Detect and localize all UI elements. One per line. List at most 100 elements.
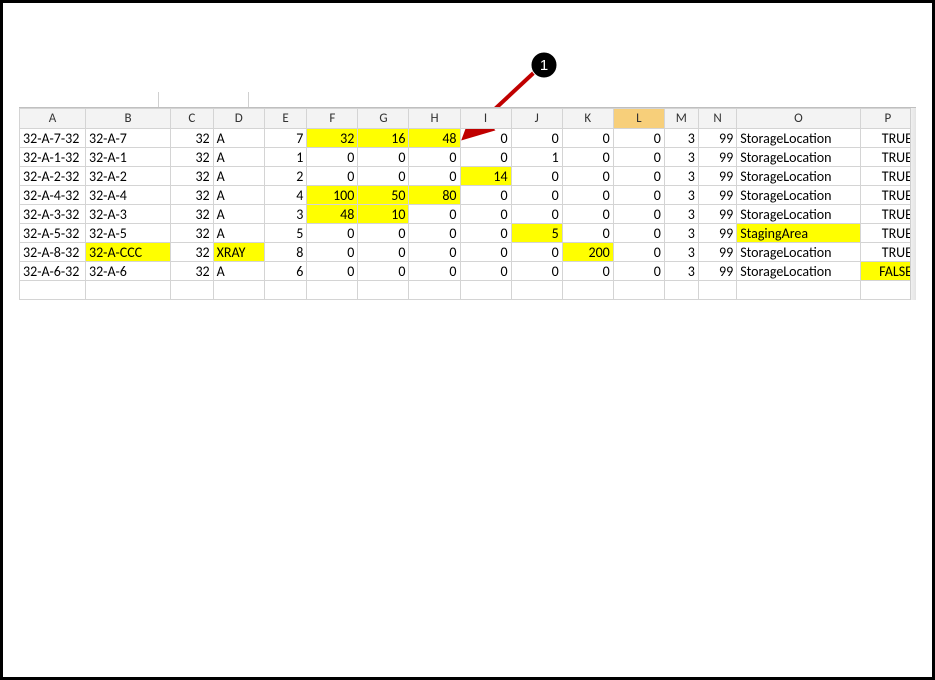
cell-empty[interactable] [358,281,409,300]
column-header[interactable]: I [460,109,511,129]
cell[interactable]: 0 [511,243,562,262]
cell[interactable]: 32-A-6 [85,262,170,281]
cell[interactable]: 0 [307,224,358,243]
cell[interactable]: 0 [613,167,664,186]
spreadsheet-grid[interactable]: ABCDEFGHIJKLMNOP 32-A-7-3232-A-732A73216… [19,108,916,300]
table-row[interactable]: 32-A-7-3232-A-732A73216480000399StorageL… [20,129,916,148]
cell[interactable]: 0 [613,262,664,281]
cell-empty[interactable] [85,281,170,300]
cell[interactable]: 0 [358,243,409,262]
column-header[interactable]: K [562,109,613,129]
cell[interactable]: A [213,129,264,148]
cell[interactable]: 0 [307,148,358,167]
cell[interactable]: 4 [264,186,307,205]
cell[interactable]: 3 [264,205,307,224]
cell[interactable]: 0 [460,186,511,205]
cell[interactable]: FALSE [860,262,915,281]
cell[interactable]: 0 [613,205,664,224]
cell[interactable]: A [213,224,264,243]
cell[interactable]: 5 [511,224,562,243]
column-header[interactable]: P [860,109,915,129]
cell[interactable]: 2 [264,167,307,186]
cell-empty[interactable] [511,281,562,300]
cell[interactable]: 32-A-4-32 [20,186,86,205]
cell[interactable]: 1 [264,148,307,167]
column-header[interactable]: O [737,109,860,129]
cell[interactable]: 0 [613,129,664,148]
cell[interactable]: StorageLocation [737,205,860,224]
cell[interactable]: 0 [460,243,511,262]
cell-empty[interactable] [213,281,264,300]
column-header[interactable]: D [213,109,264,129]
cell[interactable]: StorageLocation [737,186,860,205]
cell[interactable]: 0 [511,167,562,186]
cell[interactable]: 0 [511,129,562,148]
table-row[interactable]: 32-A-4-3232-A-432A410050800000399Storage… [20,186,916,205]
cell-empty[interactable] [613,281,664,300]
table-row[interactable]: 32-A-3-3232-A-332A3481000000399StorageLo… [20,205,916,224]
cell-empty[interactable] [737,281,860,300]
cell[interactable]: StorageLocation [737,148,860,167]
cell[interactable]: 99 [698,186,736,205]
column-header[interactable]: C [171,109,214,129]
cell[interactable]: 32-A-1 [85,148,170,167]
column-header[interactable]: B [85,109,170,129]
cell[interactable]: 3 [664,129,698,148]
cell[interactable]: 3 [664,186,698,205]
table-row[interactable]: 32-A-2-3232-A-232A200014000399StorageLoc… [20,167,916,186]
cell[interactable]: 0 [409,224,460,243]
cell[interactable]: 32-A-5-32 [20,224,86,243]
cell[interactable]: 0 [613,148,664,167]
cell[interactable]: 14 [460,167,511,186]
cell[interactable]: 0 [460,148,511,167]
cell[interactable]: A [213,262,264,281]
cell[interactable]: 0 [358,167,409,186]
cell[interactable]: 32 [171,186,214,205]
cell[interactable]: StorageLocation [737,262,860,281]
column-header-row[interactable]: ABCDEFGHIJKLMNOP [20,109,916,129]
cell[interactable]: 0 [409,262,460,281]
cell[interactable]: 0 [562,186,613,205]
cell[interactable]: 0 [562,205,613,224]
cell[interactable]: 48 [307,205,358,224]
cell[interactable]: 0 [511,262,562,281]
cell[interactable]: 48 [409,129,460,148]
cell[interactable]: 0 [409,205,460,224]
cell[interactable]: 32 [171,205,214,224]
table-row[interactable]: 32-A-1-3232-A-132A10000100399StorageLoca… [20,148,916,167]
cell[interactable]: 32-A-6-32 [20,262,86,281]
cell[interactable]: 5 [264,224,307,243]
cell[interactable]: 7 [264,129,307,148]
cell[interactable]: StagingArea [737,224,860,243]
cell[interactable]: TRUE [860,224,915,243]
cell[interactable]: 200 [562,243,613,262]
cell[interactable]: 3 [664,167,698,186]
cell[interactable]: 32 [307,129,358,148]
cell[interactable]: 0 [562,224,613,243]
table-row[interactable]: 32-A-6-3232-A-632A60000000399StorageLoca… [20,262,916,281]
cell[interactable]: 32-A-3 [85,205,170,224]
cell[interactable]: 80 [409,186,460,205]
cell[interactable]: 10 [358,205,409,224]
cell[interactable]: 0 [358,148,409,167]
cell[interactable]: 99 [698,262,736,281]
cell[interactable]: 3 [664,205,698,224]
cell[interactable]: 32-A-7-32 [20,129,86,148]
cell[interactable]: 32 [171,243,214,262]
cell[interactable]: 50 [358,186,409,205]
cell-empty[interactable] [562,281,613,300]
cell[interactable]: 99 [698,243,736,262]
cell[interactable]: 0 [460,129,511,148]
cell[interactable]: TRUE [860,243,915,262]
cell[interactable]: TRUE [860,148,915,167]
cell[interactable]: 0 [307,262,358,281]
cell-empty[interactable] [171,281,214,300]
cell[interactable]: 0 [562,148,613,167]
cell[interactable]: TRUE [860,167,915,186]
column-header[interactable]: H [409,109,460,129]
cell[interactable]: 32-A-2 [85,167,170,186]
cell[interactable]: A [213,167,264,186]
cell[interactable]: 32-A-7 [85,129,170,148]
cell-empty[interactable] [264,281,307,300]
cell[interactable]: TRUE [860,129,915,148]
